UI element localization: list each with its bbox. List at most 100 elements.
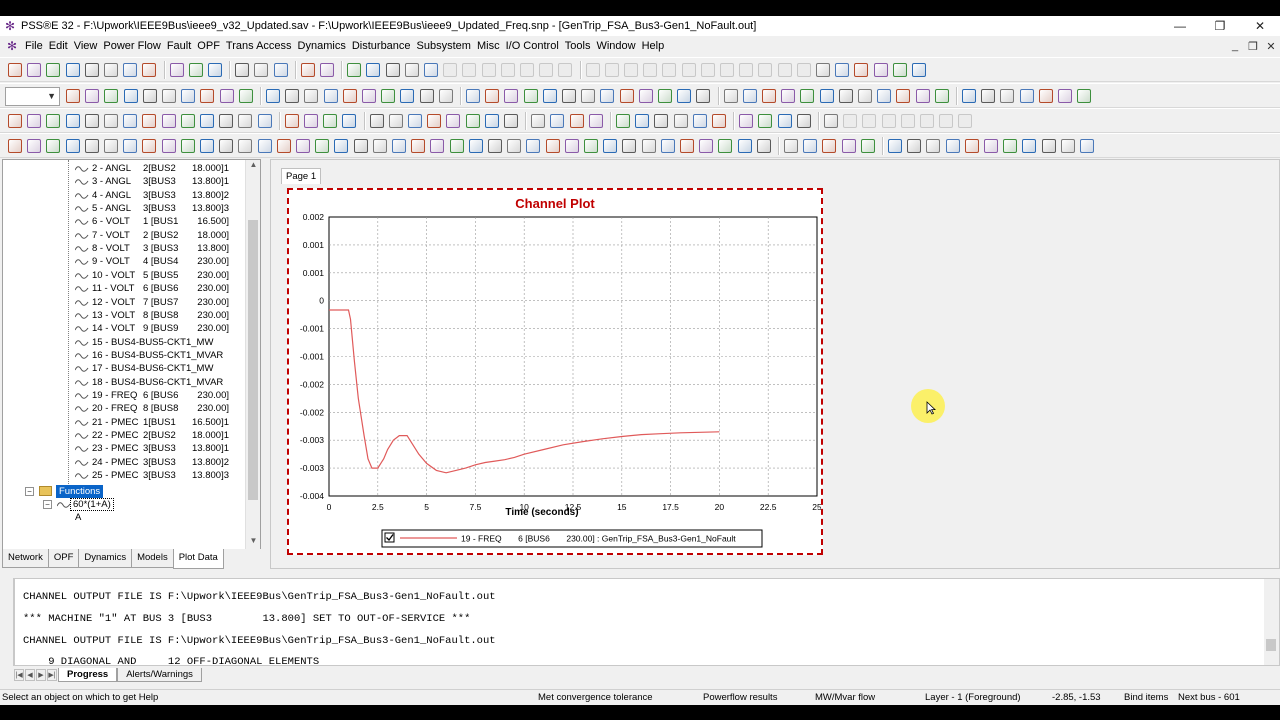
tab-alerts-warnings[interactable]: Alerts/Warnings [117, 668, 202, 682]
toolbar-tool-icon[interactable] [756, 139, 771, 153]
toolbar-tool-icon[interactable] [984, 139, 998, 153]
channel-item[interactable]: 11 - VOLT 6 [BUS6 230.00] [3, 282, 246, 295]
toolbar-tool-icon[interactable] [838, 89, 853, 103]
toolbar-tool-icon[interactable] [285, 89, 300, 103]
menu-io-control[interactable]: I/O Control [503, 40, 562, 52]
toolbar-tool-icon[interactable] [362, 89, 376, 103]
toolbar-tool-icon[interactable] [500, 63, 515, 77]
toolbar-tool-icon[interactable] [200, 114, 214, 128]
toolbar-tool-icon[interactable] [841, 139, 856, 153]
toolbar-tool-icon[interactable] [619, 89, 634, 103]
toolbar-tool-icon[interactable] [696, 89, 711, 103]
menu-view[interactable]: View [71, 40, 101, 52]
toolbar-tool-icon[interactable] [824, 114, 838, 128]
function-node[interactable]: − 60*(1+A) [43, 498, 114, 511]
toolbar-tool-icon[interactable] [758, 63, 773, 77]
toolbar-tool-icon[interactable] [342, 114, 357, 128]
toolbar-tool-icon[interactable] [8, 139, 22, 153]
toolbar-tool-icon[interactable] [366, 63, 381, 77]
toolbar-tool-icon[interactable] [273, 63, 288, 77]
toolbar-tool-icon[interactable] [723, 89, 738, 103]
toolbar-tool-icon[interactable] [238, 114, 253, 128]
tab-models[interactable]: Models [131, 549, 174, 568]
toolbar-tool-icon[interactable] [1038, 89, 1053, 103]
toolbar-tool-icon[interactable] [796, 114, 811, 128]
toolbar-tool-icon[interactable] [873, 63, 888, 77]
toolbar-tool-icon[interactable] [369, 114, 384, 128]
toolbar-tool-icon[interactable] [466, 89, 480, 103]
menu-misc[interactable]: Misc [474, 40, 503, 52]
toolbar-tool-icon[interactable] [900, 114, 915, 128]
toolbar-tool-icon[interactable] [662, 63, 677, 77]
toolbar-tool-icon[interactable] [1041, 139, 1056, 153]
document-menu-icon[interactable]: ✻ [4, 38, 20, 54]
menu-help[interactable]: Help [639, 40, 668, 52]
toolbar-tool-icon[interactable] [372, 139, 387, 153]
toolbar-tool-icon[interactable] [188, 63, 203, 77]
toolbar-tool-icon[interactable] [200, 139, 214, 153]
toolbar-tool-icon[interactable] [419, 89, 434, 103]
toolbar-tool-icon[interactable] [84, 139, 99, 153]
toolbar-tool-icon[interactable] [200, 89, 215, 103]
toolbar-tool-icon[interactable] [531, 114, 546, 128]
channel-item[interactable]: 10 - VOLT 5 [BUS5 230.00] [3, 269, 246, 282]
toolbar-tool-icon[interactable] [680, 139, 694, 153]
toolbar-tool-icon[interactable] [660, 139, 675, 153]
channel-item[interactable]: 9 - VOLT 4 [BUS4 230.00] [3, 255, 246, 268]
scroll-up-icon[interactable]: ▲ [246, 160, 261, 174]
toolbar-tool-icon[interactable] [1058, 89, 1072, 103]
toolbar-tool-icon[interactable] [862, 114, 877, 128]
toolbar-tool-icon[interactable] [720, 63, 734, 77]
toolbar-tool-icon[interactable] [854, 63, 869, 77]
mdi-restore-button[interactable]: ❐ [1244, 40, 1262, 53]
collapse-icon[interactable]: − [25, 486, 34, 496]
toolbar-tool-icon[interactable] [65, 63, 80, 77]
tab-progress[interactable]: Progress [58, 668, 118, 682]
channel-item[interactable]: 24 - PMEC 3[BUS3 13.800]2 [3, 456, 246, 469]
toolbar-tool-icon[interactable] [800, 89, 815, 103]
toolbar-tool-icon[interactable] [1003, 139, 1018, 153]
toolbar-tool-icon[interactable] [427, 114, 442, 128]
toolbar-tool-icon[interactable] [123, 139, 138, 153]
menu-subsystem[interactable]: Subsystem [414, 40, 474, 52]
toolbar-tool-icon[interactable] [169, 63, 184, 77]
menu-trans-access[interactable]: Trans Access [223, 40, 295, 52]
toolbar-tool-icon[interactable] [539, 63, 554, 77]
zoom-select[interactable]: ▼ [5, 87, 60, 106]
toolbar-tool-icon[interactable] [781, 89, 796, 103]
channel-item[interactable]: 22 - PMEC 2[BUS2 18.000]1 [3, 429, 246, 442]
toolbar-tool-icon[interactable] [681, 63, 696, 77]
toolbar-tool-icon[interactable] [550, 114, 565, 128]
scroll-thumb[interactable] [1266, 639, 1276, 651]
toolbar-tool-icon[interactable] [892, 63, 907, 77]
toolbar-tool-icon[interactable] [896, 89, 911, 103]
menu-opf[interactable]: OPF [194, 40, 223, 52]
toolbar-tool-icon[interactable] [320, 63, 334, 77]
function-label[interactable]: 60*(1+A) [70, 498, 114, 511]
toolbar-tool-icon[interactable] [300, 63, 315, 77]
toolbar-tool-icon[interactable] [123, 63, 138, 77]
toolbar-tool-icon[interactable] [123, 114, 138, 128]
toolbar-tool-icon[interactable] [1080, 139, 1094, 153]
toolbar-tool-icon[interactable] [784, 139, 798, 153]
toolbar-tool-icon[interactable] [84, 63, 99, 77]
toolbar-tool-icon[interactable] [835, 63, 850, 77]
tab-plot-data[interactable]: Plot Data [172, 549, 224, 569]
menu-edit[interactable]: Edit [46, 40, 71, 52]
toolbar-tool-icon[interactable] [581, 89, 596, 103]
tab-network[interactable]: Network [2, 549, 49, 568]
toolbar-tool-icon[interactable] [104, 63, 118, 77]
toolbar-tool-icon[interactable] [907, 139, 922, 153]
toolbar-tool-icon[interactable] [1077, 89, 1092, 103]
toolbar-tool-icon[interactable] [588, 114, 603, 128]
toolbar-tool-icon[interactable] [46, 114, 61, 128]
toolbar-tool-icon[interactable] [712, 114, 726, 128]
toolbar-tool-icon[interactable] [545, 139, 560, 153]
toolbar-tool-icon[interactable] [323, 89, 338, 103]
toolbar-tool-icon[interactable] [392, 139, 406, 153]
toolbar-tool-icon[interactable] [462, 63, 477, 77]
toolbar-tool-icon[interactable] [219, 89, 234, 103]
toolbar-tool-icon[interactable] [699, 139, 714, 153]
toolbar-tool-icon[interactable] [843, 114, 858, 128]
toolbar-tool-icon[interactable] [638, 89, 653, 103]
